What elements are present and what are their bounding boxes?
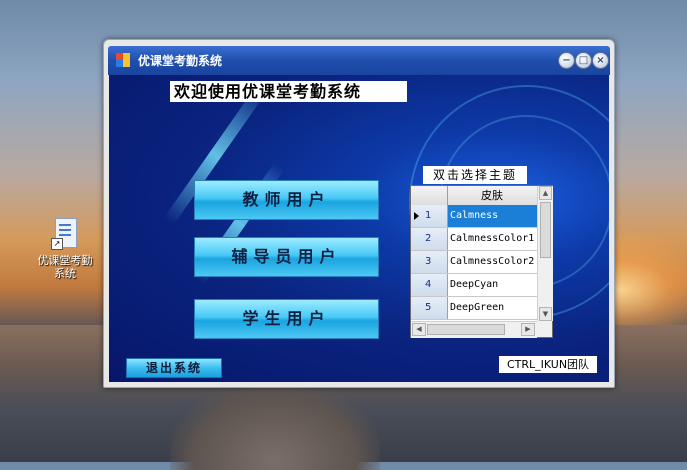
theme-label: 双击选择主题 xyxy=(423,166,527,184)
row-header-corner xyxy=(411,186,448,205)
vertical-scrollbar[interactable]: ▲ ▼ xyxy=(537,186,553,321)
grid-row[interactable]: 4 DeepCyan xyxy=(411,274,537,297)
grid-row[interactable]: 1 Calmness xyxy=(411,205,537,228)
horizontal-scrollbar[interactable]: ◀ ▶ xyxy=(411,321,537,338)
theme-grid[interactable]: 皮肤 1 Calmness 2 CalmnessColor1 3 Calmnes… xyxy=(410,185,553,338)
counselor-user-button[interactable]: 辅导员用户 xyxy=(194,237,379,277)
scroll-down-icon[interactable]: ▼ xyxy=(539,307,552,321)
grid-cell[interactable]: Calmness xyxy=(448,205,537,227)
scrollbar-corner xyxy=(537,321,552,337)
vertical-scroll-thumb[interactable] xyxy=(540,202,551,258)
minimize-button[interactable]: − xyxy=(558,52,575,69)
grid-row[interactable]: 5 DeepGreen xyxy=(411,297,537,320)
title-bar[interactable]: 优课堂考勤系统 − □ × xyxy=(108,46,610,75)
main-panel: 欢迎使用优课堂考勤系统 教师用户 辅导员用户 学生用户 双击选择主题 皮肤 1 … xyxy=(109,75,609,382)
app-icon xyxy=(116,53,130,67)
window-title: 优课堂考勤系统 xyxy=(138,54,223,68)
app-window: 优课堂考勤系统 − □ × 欢迎使用优课堂考勤系统 教师用户 辅导员用户 学生用… xyxy=(103,39,615,388)
grid-row[interactable]: 2 CalmnessColor1 xyxy=(411,228,537,251)
current-row-arrow-icon xyxy=(414,212,419,220)
teacher-user-button[interactable]: 教师用户 xyxy=(194,180,379,220)
shortcut-label: 优课堂考勤 系统 xyxy=(37,254,93,280)
scroll-up-icon[interactable]: ▲ xyxy=(539,186,552,200)
wallpaper-cat xyxy=(170,380,380,470)
maximize-button[interactable]: □ xyxy=(575,52,592,69)
grid-cell[interactable]: DeepCyan xyxy=(448,274,537,296)
column-header-skin[interactable]: 皮肤 xyxy=(448,186,536,205)
exit-button[interactable]: 退出系统 xyxy=(126,358,222,378)
grid-cell[interactable]: DeepGreen xyxy=(448,297,537,319)
grid-row[interactable]: 3 CalmnessColor2 xyxy=(411,251,537,274)
desktop-shortcut[interactable]: ↗ 优课堂考勤 系统 xyxy=(32,218,98,280)
horizontal-scroll-thumb[interactable] xyxy=(427,324,505,335)
shortcut-file-icon: ↗ xyxy=(51,218,79,250)
team-label: CTRL_IKUN团队 xyxy=(499,356,597,373)
welcome-banner: 欢迎使用优课堂考勤系统 xyxy=(170,81,407,102)
student-user-button[interactable]: 学生用户 xyxy=(194,299,379,339)
scroll-right-icon[interactable]: ▶ xyxy=(521,323,535,336)
grid-header: 皮肤 xyxy=(411,186,537,206)
grid-cell[interactable]: CalmnessColor2 xyxy=(448,251,537,273)
grid-cell[interactable]: CalmnessColor1 xyxy=(448,228,537,250)
close-button[interactable]: × xyxy=(592,52,609,69)
scroll-left-icon[interactable]: ◀ xyxy=(412,323,426,336)
